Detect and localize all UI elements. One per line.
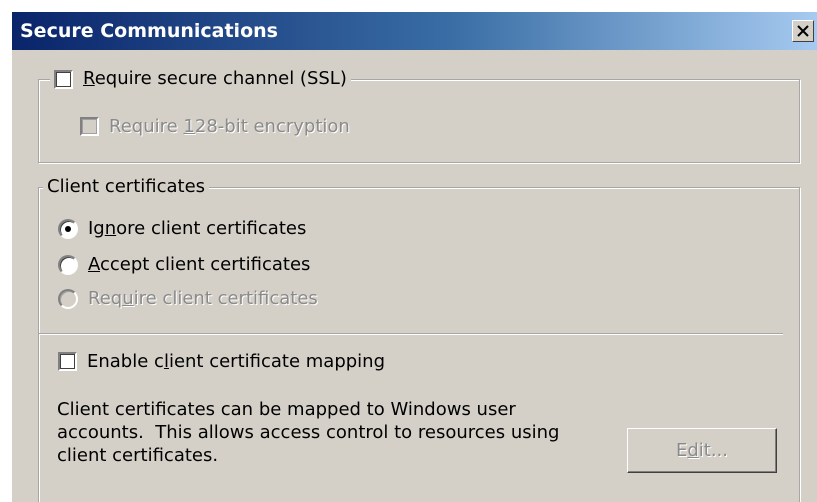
client-certificates-legend-text: Client certificates xyxy=(47,176,206,197)
client-certificates-legend: Client certificates xyxy=(43,175,210,199)
require-ssl-checkbox[interactable] xyxy=(54,69,73,89)
ignore-certs-radio[interactable] xyxy=(58,218,78,239)
enable-mapping-checkbox[interactable] xyxy=(58,352,77,371)
mapping-description-line: Client certificates can be mapped to Win… xyxy=(57,399,516,420)
enable-mapping-row[interactable]: Enable client certificate mapping xyxy=(58,351,385,372)
require-128-row: Require 128-bit encryption xyxy=(80,116,350,137)
ssl-legend: Require secure channel (SSL) xyxy=(50,67,351,91)
accept-certs-label[interactable]: Accept client certificates xyxy=(88,254,310,275)
ignore-certs-row[interactable]: Ignore client certificates xyxy=(58,218,306,239)
require-128-label: Require 128-bit encryption xyxy=(109,116,350,137)
ignore-certs-label[interactable]: Ignore client certificates xyxy=(88,218,306,239)
enable-mapping-label[interactable]: Enable client certificate mapping xyxy=(87,351,385,372)
accept-certs-row[interactable]: Accept client certificates xyxy=(58,254,310,275)
require-ssl-label[interactable]: Require secure channel (SSL) xyxy=(83,67,347,91)
accept-certs-radio[interactable] xyxy=(58,254,78,275)
mapping-description-line: accounts. This allows access control to … xyxy=(57,422,560,443)
edit-button[interactable]: Edit... xyxy=(627,428,777,473)
edit-button-label: Edit... xyxy=(675,440,729,461)
window-title: Secure Communications xyxy=(20,20,278,42)
require-certs-label: Require client certificates xyxy=(88,288,318,309)
close-icon xyxy=(797,25,809,37)
require-128-checkbox[interactable] xyxy=(80,117,99,136)
mapping-description: Client certificates can be mapped to Win… xyxy=(57,398,617,467)
close-button[interactable] xyxy=(792,20,814,42)
require-certs-row: Require client certificates xyxy=(58,288,318,309)
radio-selected-dot xyxy=(65,225,71,232)
mapping-description-line: client certificates. xyxy=(57,445,219,466)
group-separator xyxy=(39,333,783,335)
title-bar[interactable]: Secure Communications xyxy=(12,12,817,50)
require-certs-radio[interactable] xyxy=(58,288,78,309)
dialog-window: Secure Communications Require secure cha… xyxy=(12,12,817,502)
